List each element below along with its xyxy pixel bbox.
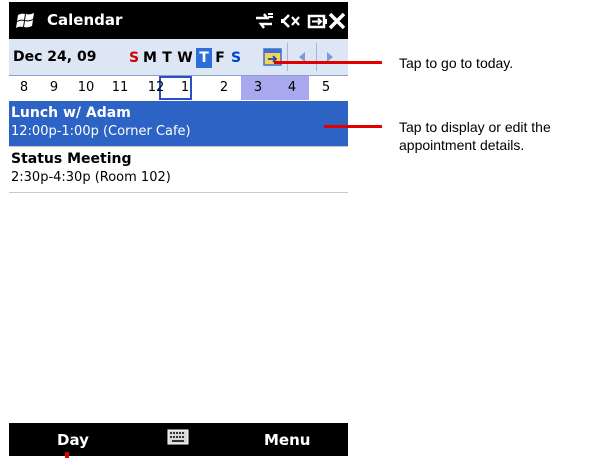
battery-icon[interactable] [306, 10, 328, 32]
details-callout-line [324, 125, 382, 128]
appointment-detail: 12:00p-1:00p (Corner Cafe) [11, 124, 191, 139]
close-icon[interactable] [328, 10, 346, 32]
weekday-saturday[interactable]: S [228, 48, 244, 68]
appointment-item-selected[interactable]: Lunch w/ Adam 12:00p-1:00p (Corner Cafe) [9, 101, 348, 147]
title-bar: Calendar [9, 2, 348, 39]
hour-cell[interactable]: 12 [144, 76, 168, 100]
hour-strip: 8 9 10 11 12 1 2 3 4 5 [9, 76, 348, 100]
arrow-right-icon[interactable] [319, 45, 341, 69]
weekday-tuesday[interactable]: T [159, 48, 175, 68]
nav-separator [287, 43, 288, 71]
weekday-friday[interactable]: F [212, 48, 228, 68]
hour-cell[interactable]: 9 [39, 76, 69, 100]
arrow-left-icon[interactable] [291, 45, 313, 69]
phone-screen: Calendar Dec 24, 09 S M T W T F S 8 9 10… [9, 2, 348, 456]
windows-start-icon[interactable] [16, 11, 38, 31]
weekday-wednesday[interactable]: W [177, 48, 193, 68]
details-callout-text-line1: Tap to display or edit the [399, 119, 551, 135]
appointment-title: Status Meeting [11, 151, 132, 167]
app-title: Calendar [47, 11, 123, 29]
appointment-detail: 2:30p-4:30p (Room 102) [11, 170, 171, 185]
weekday-monday[interactable]: M [142, 48, 158, 68]
menu-softkey[interactable]: Menu [264, 431, 310, 449]
hour-cell-busy[interactable]: 4 [275, 76, 309, 100]
appointment-item[interactable]: Status Meeting 2:30p-4:30p (Room 102) [9, 147, 348, 193]
connectivity-icon[interactable] [253, 10, 275, 32]
hour-cell[interactable]: 8 [9, 76, 39, 100]
weekday-thursday-selected[interactable]: T [196, 48, 212, 68]
week-header: Dec 24, 09 S M T W T F S [9, 39, 348, 76]
today-callout-line [274, 61, 382, 64]
current-date-label[interactable]: Dec 24, 09 [13, 49, 96, 65]
hour-cell-busy[interactable]: 3 [241, 76, 275, 100]
day-softkey-marker [65, 452, 69, 458]
volume-muted-icon[interactable] [279, 10, 301, 32]
weekday-sunday[interactable]: S [126, 48, 142, 68]
hour-cell[interactable]: 1 [173, 76, 197, 100]
softkey-bar: Day Menu [9, 423, 348, 456]
hour-cell[interactable]: 5 [311, 76, 341, 100]
hour-cell[interactable]: 2 [209, 76, 239, 100]
nav-separator [316, 43, 317, 71]
keyboard-icon[interactable] [167, 429, 189, 445]
hour-cell[interactable]: 10 [71, 76, 101, 100]
appointment-title: Lunch w/ Adam [11, 105, 131, 121]
today-callout-text: Tap to go to today. [399, 55, 514, 71]
go-to-today-icon[interactable] [263, 47, 283, 67]
details-callout-text-line2: appointment details. [399, 137, 525, 153]
day-softkey[interactable]: Day [57, 431, 89, 449]
hour-cell[interactable]: 11 [105, 76, 135, 100]
